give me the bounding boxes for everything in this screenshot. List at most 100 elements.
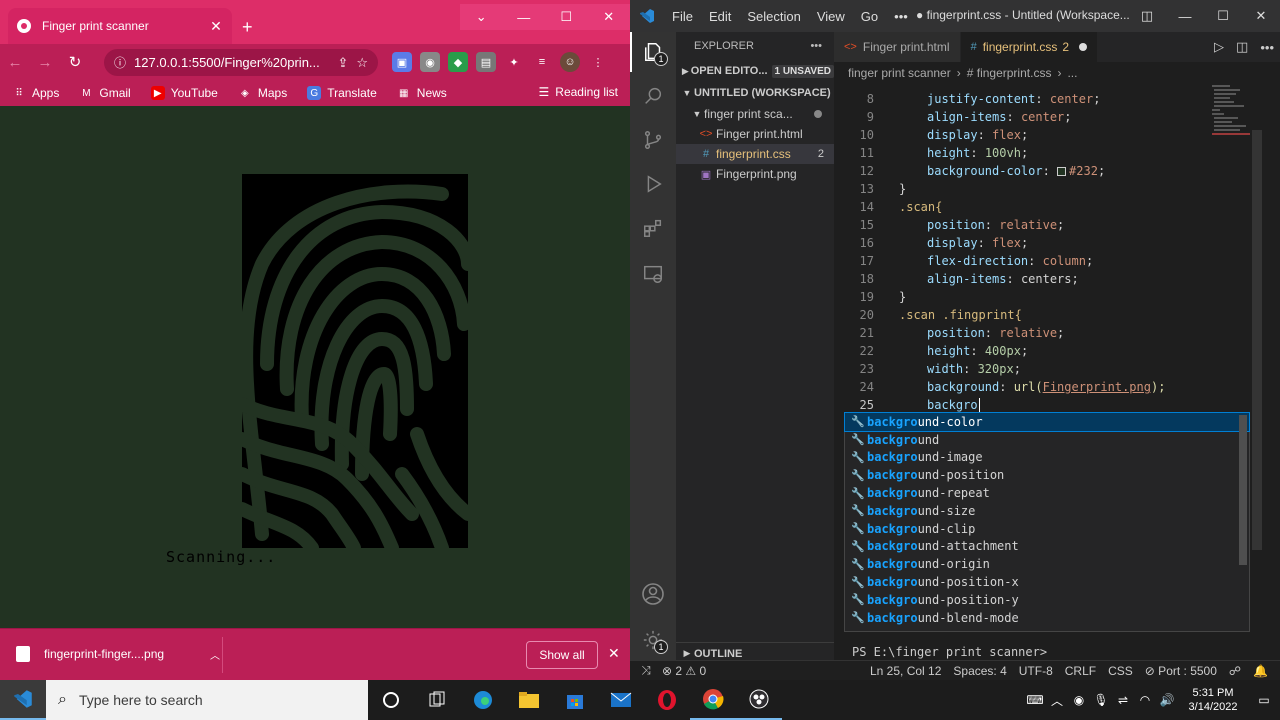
remote-explorer-icon[interactable] — [630, 254, 676, 294]
editor-scrollbar[interactable] — [1252, 130, 1262, 550]
language-status[interactable]: CSS — [1108, 664, 1133, 678]
close-icon[interactable]: ✕ — [588, 4, 631, 30]
reload-icon[interactable]: ↻ — [60, 53, 90, 71]
minimap[interactable] — [1210, 82, 1254, 142]
extension-icon[interactable]: ◉ — [420, 52, 440, 72]
info-icon[interactable]: ⓘ — [114, 54, 126, 71]
minimize-icon[interactable]: — — [1166, 0, 1204, 32]
forward-icon[interactable]: → — [30, 54, 60, 71]
file-explorer-icon[interactable] — [506, 680, 552, 720]
microsoft-store-icon[interactable] — [552, 680, 598, 720]
bookmark-gmail[interactable]: M Gmail — [79, 86, 131, 100]
chrome-icon[interactable] — [690, 680, 736, 720]
chevron-up-icon[interactable]: ︿ — [1046, 692, 1068, 709]
puzzle-icon[interactable]: ✦ — [504, 52, 524, 72]
obs-icon[interactable] — [736, 680, 782, 720]
share-icon[interactable]: ⇪ — [337, 55, 348, 71]
remote-icon[interactable]: ⤨ — [630, 663, 662, 678]
close-tab-icon[interactable]: ✕ — [208, 18, 224, 35]
split-editor-icon[interactable]: ◫ — [1236, 39, 1248, 55]
close-icon[interactable]: ✕ — [1242, 0, 1280, 32]
layout-icon[interactable]: ◫ — [1128, 0, 1166, 32]
vscode-icon[interactable] — [0, 680, 46, 720]
menu-edit[interactable]: Edit — [701, 9, 739, 24]
breadcrumb-item[interactable]: ... — [1067, 66, 1077, 80]
unsaved-dot[interactable] — [1079, 43, 1088, 51]
suggestion-item[interactable]: 🔧 backgro und-origin — [845, 555, 1249, 573]
search-icon[interactable] — [630, 76, 676, 116]
extensions-icon[interactable] — [630, 208, 676, 248]
clock[interactable]: 5:31 PM 3/14/2022 — [1178, 686, 1248, 714]
bookmark-star-icon[interactable]: ☆ — [356, 55, 368, 71]
menu-dots-icon[interactable]: ⋮ — [588, 52, 608, 72]
chevron-up-icon[interactable]: ︿ — [210, 647, 220, 662]
extension-icon[interactable]: ◆ — [448, 52, 468, 72]
problems-status[interactable]: ⊗ 2 ⚠ 0 — [662, 664, 706, 678]
tab-html[interactable]: <> Finger print.html — [834, 32, 961, 62]
folder-item[interactable]: ▼ finger print sca... — [676, 104, 834, 124]
network-icon[interactable]: ⇌ — [1112, 693, 1134, 707]
eol-status[interactable]: CRLF — [1065, 664, 1096, 678]
suggestion-item[interactable]: 🔧 backgro und-blend-mode — [845, 609, 1249, 627]
terminal-prompt[interactable]: PS E:\finger print scanner> — [834, 640, 1254, 662]
extension-icon[interactable]: ▣ — [392, 52, 412, 72]
download-item[interactable]: fingerprint-finger....png ︿ — [16, 646, 220, 662]
camera-icon[interactable]: ◉ — [1068, 693, 1090, 707]
bookmark-translate[interactable]: G Translate — [307, 86, 377, 100]
suggestion-item[interactable]: 🔧 backgro und-position-y — [845, 591, 1249, 609]
extension-icon[interactable]: ▤ — [476, 52, 496, 72]
indentation-status[interactable]: Spaces: 4 — [953, 664, 1006, 678]
browser-tab[interactable]: Finger print scanner ✕ — [8, 8, 232, 44]
run-icon[interactable]: ▷ — [1214, 39, 1224, 55]
suggestion-item[interactable]: 🔧 backgro und-attachment — [845, 538, 1249, 556]
feedback-icon[interactable]: ☍ — [1229, 664, 1241, 678]
bookmark-maps[interactable]: ◈ Maps — [238, 86, 287, 100]
reading-list-button[interactable]: ☰ Reading list — [539, 85, 618, 99]
bookmark-apps[interactable]: ⠿ Apps — [12, 86, 59, 100]
suggestion-item[interactable]: 🔧 backgro und — [845, 431, 1249, 449]
mail-icon[interactable] — [598, 680, 644, 720]
file-item-png[interactable]: ▣ Fingerprint.png — [676, 164, 834, 184]
address-bar[interactable]: ⓘ 127.0.0.1:5500/Finger%20prin... ⇪ ☆ — [104, 49, 378, 76]
file-item-html[interactable]: <> Finger print.html — [676, 124, 834, 144]
chevron-down-icon[interactable]: ⌄ — [460, 4, 503, 30]
more-actions-icon[interactable]: ••• — [810, 40, 822, 52]
cortana-icon[interactable] — [368, 680, 414, 720]
suggestion-item[interactable]: 🔧 backgro und-position-x — [845, 573, 1249, 591]
color-swatch[interactable] — [1057, 167, 1067, 176]
edge-icon[interactable] — [460, 680, 506, 720]
suggestion-item[interactable]: 🔧 backgro und-color — [844, 412, 1250, 432]
settings-gear-icon[interactable]: 1 — [630, 620, 676, 660]
microphone-icon[interactable]: 🎙 — [1090, 693, 1112, 707]
notifications-bell-icon[interactable]: 🔔 — [1253, 664, 1268, 678]
bookmark-news[interactable]: ▦ News — [397, 86, 447, 100]
tab-css[interactable]: # fingerprint.css 2 — [960, 32, 1099, 62]
keyboard-icon[interactable]: ⌨ — [1024, 693, 1046, 707]
encoding-status[interactable]: UTF-8 — [1019, 664, 1053, 678]
show-all-button[interactable]: Show all — [526, 641, 598, 669]
code-editor[interactable]: 8 9 10 11 12 13 14 15 16 17 18 19 20 21 … — [834, 84, 1254, 428]
open-editors-section[interactable]: ▶ OPEN EDITO... 1 UNSAVED — [676, 60, 834, 82]
maximize-icon[interactable]: ☐ — [545, 4, 588, 30]
file-item-css[interactable]: # fingerprint.css 2 — [676, 144, 834, 164]
suggestion-item[interactable]: 🔧 backgro und-image — [845, 449, 1249, 467]
notification-center-icon[interactable]: ▭ — [1248, 693, 1280, 707]
close-icon[interactable]: ✕ — [608, 645, 620, 662]
suggestion-item[interactable]: 🔧 backgro und-position — [845, 466, 1249, 484]
explorer-icon[interactable]: 1 — [630, 32, 676, 72]
menu-go[interactable]: Go — [853, 9, 886, 24]
volume-icon[interactable]: 🔊 — [1156, 693, 1178, 707]
account-icon[interactable] — [630, 574, 676, 614]
live-server-status[interactable]: ⊘ Port : 5500 — [1145, 664, 1217, 678]
code-line-current[interactable]: backgro — [927, 398, 980, 412]
run-debug-icon[interactable] — [630, 164, 676, 204]
opera-icon[interactable] — [644, 680, 690, 720]
avatar[interactable]: ☺ — [560, 52, 580, 72]
menu-selection[interactable]: Selection — [739, 9, 808, 24]
suggestion-item[interactable]: 🔧 backgro und-size — [845, 502, 1249, 520]
cursor-position-status[interactable]: Ln 25, Col 12 — [870, 664, 941, 678]
more-actions-icon[interactable]: ••• — [1260, 40, 1274, 55]
playlist-icon[interactable]: ≡ — [532, 52, 552, 72]
suggest-scrollbar[interactable] — [1239, 415, 1247, 565]
task-view-icon[interactable] — [414, 680, 460, 720]
